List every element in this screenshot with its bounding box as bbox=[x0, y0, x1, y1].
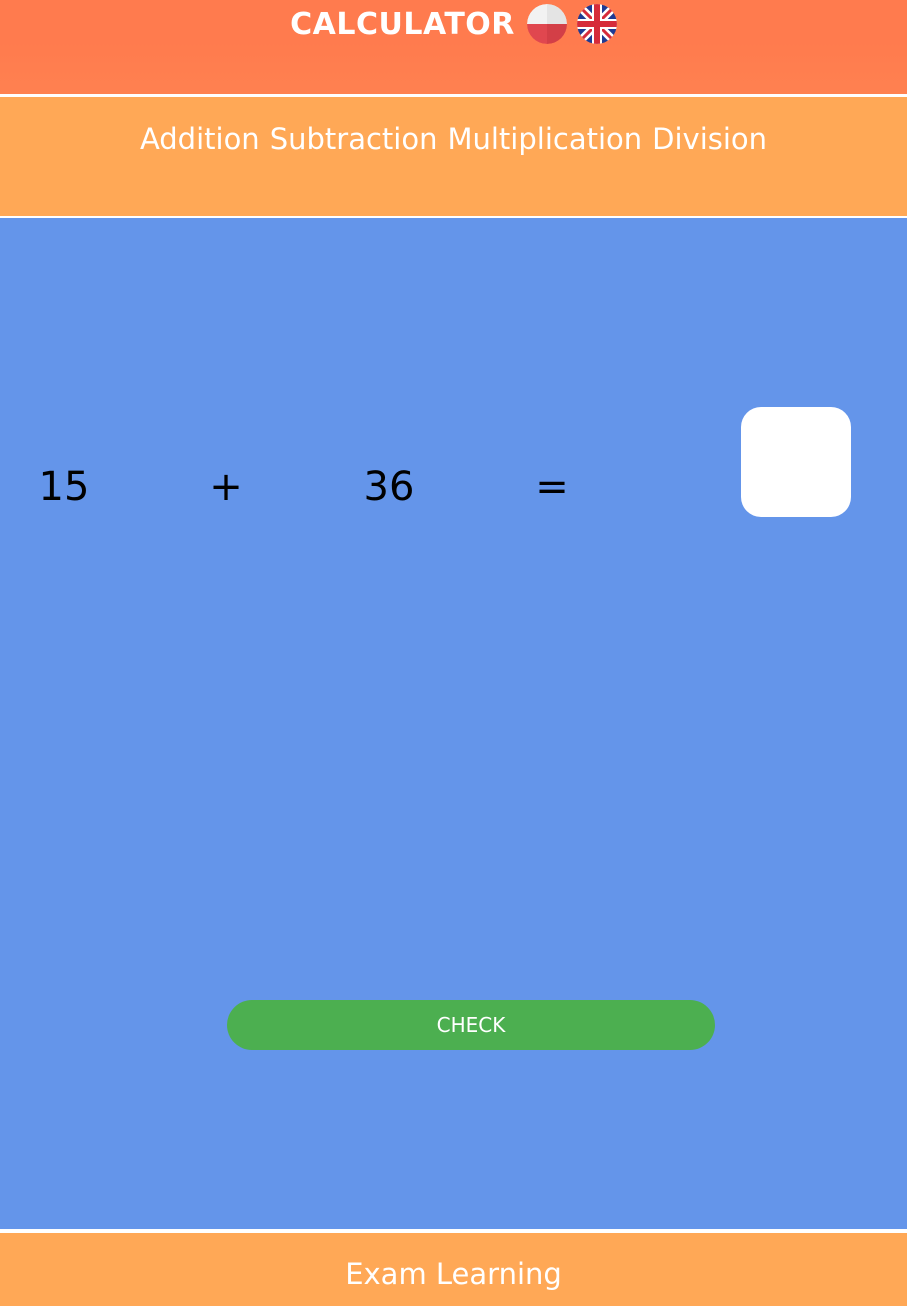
exercise-area: 15 + 36 = CHECK bbox=[0, 218, 907, 1229]
app-title: CALCULATOR bbox=[290, 6, 515, 42]
answer-input[interactable] bbox=[741, 407, 851, 517]
title-row: CALCULATOR bbox=[290, 2, 617, 46]
nav-items: Addition Subtraction Multiplication Divi… bbox=[140, 121, 767, 157]
operations-nav: Addition Subtraction Multiplication Divi… bbox=[0, 97, 907, 216]
poland-flag-icon[interactable] bbox=[526, 4, 567, 44]
nav-item-multiplication[interactable]: Multiplication bbox=[447, 122, 642, 156]
equals-sign: = bbox=[535, 464, 569, 510]
check-button[interactable]: CHECK bbox=[227, 1000, 715, 1050]
nav-item-subtraction[interactable]: Subtraction bbox=[270, 122, 438, 156]
operand-1: 15 bbox=[38, 464, 90, 510]
operator-sign: + bbox=[209, 464, 243, 510]
app-header: CALCULATOR bbox=[0, 0, 907, 94]
footer-text: Exam Learning bbox=[345, 1257, 562, 1291]
operand-2: 36 bbox=[363, 464, 415, 510]
nav-item-addition[interactable]: Addition bbox=[140, 122, 260, 156]
uk-flag-icon[interactable] bbox=[576, 4, 617, 44]
app-footer: Exam Learning bbox=[0, 1233, 907, 1306]
nav-item-division[interactable]: Division bbox=[652, 122, 767, 156]
